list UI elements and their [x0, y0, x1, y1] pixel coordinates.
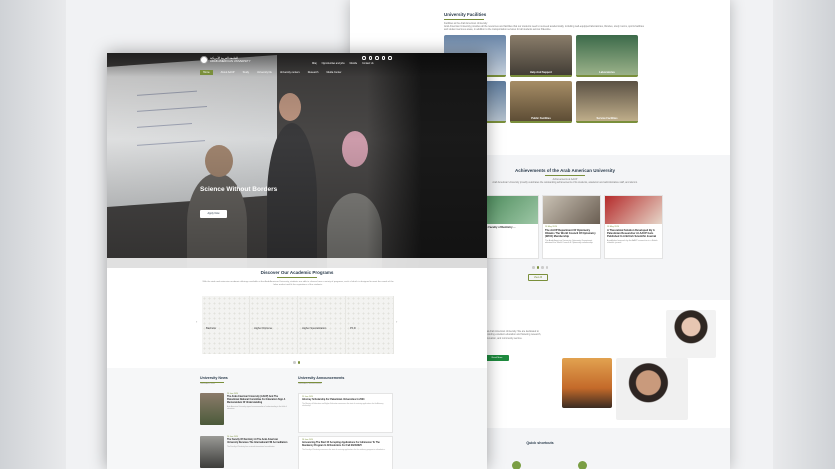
achievement-card[interactable]: 18 May 2024 The AAUP Department Of Optom…	[542, 195, 601, 259]
achievement-date: 18 May 2024	[607, 226, 620, 228]
main-nav: Home About AAUP Study University life Un…	[200, 70, 341, 75]
announcements-subtitle: Latest AAUP announcements	[298, 383, 322, 386]
announcement-date: 29 June 2024	[302, 396, 313, 398]
news-subtitle: Latest AAUP news	[200, 383, 215, 386]
nav-item-life[interactable]: University life	[257, 71, 272, 74]
linkedin-icon[interactable]	[388, 56, 392, 60]
util-link-moodle[interactable]: Moodle	[350, 63, 358, 65]
news-column: University News Latest AAUP news 29 June…	[200, 376, 296, 468]
announcements-title: University Announcements	[298, 376, 345, 380]
announcement-item[interactable]: 29 June 2024 Attorney Scholarship For Pa…	[298, 393, 393, 433]
chevron-left-icon[interactable]: ‹	[196, 319, 197, 324]
program-card-higher-diploma[interactable]: Higher Diploma	[250, 296, 298, 354]
announcement-headline: Announcing The Start Of Accepting Applic…	[302, 442, 380, 447]
hero-bottom-strip	[107, 258, 487, 268]
facebook-icon[interactable]	[362, 56, 366, 60]
shortcut-icon[interactable]	[512, 461, 521, 469]
nav-item-centers[interactable]: University centers	[280, 71, 300, 74]
announcement-headline: Attorney Scholarship For Palestinian Uni…	[302, 399, 365, 401]
facilities-title: University Facilities	[444, 12, 487, 17]
president-message: ...at Arab American University. We are d…	[485, 330, 541, 340]
news-item[interactable]: 26 June 2024 The Faculty Of Dentistry At…	[200, 436, 289, 468]
nav-item-research[interactable]: Research	[308, 71, 319, 74]
utility-links: Ritaj Opportunities and jobs Moodle Cont…	[312, 63, 374, 65]
nav-item-home[interactable]: Home	[200, 70, 213, 75]
program-label: Bachelor	[206, 327, 217, 330]
instagram-icon[interactable]	[375, 56, 379, 60]
facilities-underline	[444, 18, 484, 20]
gallery-image	[616, 358, 688, 420]
quick-shortcuts-title: Quick shortcuts	[526, 441, 554, 445]
president-photo	[666, 310, 716, 358]
achievements-underline	[545, 174, 585, 176]
nav-item-about[interactable]: About AAUP	[221, 71, 235, 74]
news-date: 29 June 2024	[227, 393, 238, 395]
news-headline: The Faculty Of Dentistry At The Arab Ame…	[227, 439, 288, 444]
program-label: Higher Specialization	[302, 327, 327, 330]
util-link-contact[interactable]: Contact Us	[362, 63, 373, 65]
achievements-title: Achievements of the Arab American Univer…	[515, 168, 615, 173]
nav-item-study[interactable]: Study	[243, 71, 249, 74]
achievement-title: A Theoretical Solution Developed By A Pa…	[607, 229, 657, 239]
achievement-title: The AAUP Department Of Optometry Obtains…	[545, 229, 596, 239]
achievement-title: The Faculty of Dentistry ...	[483, 226, 516, 229]
facility-card[interactable]: Service Facilities	[576, 80, 638, 123]
announcements-column: University Announcements Latest AAUP ann…	[298, 376, 394, 469]
twitter-icon[interactable]	[368, 56, 372, 60]
left-background-bar	[0, 0, 66, 469]
read-more-button[interactable]: Read More	[485, 355, 509, 361]
news-thumbnail	[200, 393, 224, 425]
view-all-button[interactable]: View All	[528, 274, 548, 281]
shortcut-icon[interactable]	[578, 461, 587, 469]
program-card-bachelor[interactable]: Bachelor	[202, 296, 250, 354]
youtube-icon[interactable]	[381, 56, 385, 60]
program-label: Ph.D	[350, 327, 356, 330]
program-card-phd[interactable]: Ph.D	[346, 296, 394, 354]
nav-item-media[interactable]: Media Center	[326, 71, 341, 74]
programs-pagination[interactable]	[293, 361, 300, 364]
apply-now-button[interactable]: Apply Now	[200, 210, 227, 218]
announcement-date: 28 June 2024	[302, 439, 313, 441]
facility-card[interactable]: Public Facilities	[510, 80, 572, 123]
news-announcements-section: University News Latest AAUP news 29 June…	[200, 376, 400, 469]
achievement-card[interactable]: The Faculty of Dentistry ...	[480, 195, 539, 259]
programs-underline	[277, 277, 317, 278]
hero-title: Science Without Borders	[200, 186, 278, 193]
achievements-pagination[interactable]	[532, 266, 548, 269]
facility-card[interactable]: Help And Support	[510, 34, 572, 77]
news-headline: The Arab American University (AAUP) And …	[227, 396, 286, 404]
programs-description: With the wide and extensive academic off…	[202, 281, 394, 287]
program-card-higher-specialization[interactable]: Higher Specialization	[298, 296, 346, 354]
news-desc: Arab American University signed a memora…	[227, 406, 287, 411]
social-links	[362, 56, 392, 60]
programs-title: Discover Our Academic Programs	[260, 270, 334, 275]
achievement-date: 18 May 2024	[545, 226, 558, 228]
program-label: Higher Diploma	[254, 327, 272, 330]
news-thumbnail	[200, 436, 224, 468]
announcement-desc: The Faculty of Dentistry announces the s…	[302, 449, 386, 451]
achievements-description: Arab American University proudly celebra…	[492, 180, 638, 184]
announcement-item[interactable]: 28 June 2024 Announcing The Start Of Acc…	[298, 436, 393, 469]
news-date: 26 June 2024	[227, 436, 238, 438]
facilities-description: Arab American University provides all th…	[444, 24, 644, 32]
achievement-desc: The Arab American University Optometry D…	[545, 239, 594, 245]
programs-section: Discover Our Academic Programs With the …	[107, 268, 487, 368]
logo-icon	[200, 56, 208, 64]
front-page-screenshot: الجامعة العربية الأمريكية ARAB AMERICAN …	[107, 53, 487, 469]
news-desc: The Faculty of Dentistry has received in…	[227, 446, 276, 448]
university-logo[interactable]: الجامعة العربية الأمريكية ARAB AMERICAN …	[200, 56, 251, 64]
chevron-right-icon[interactable]: ›	[396, 319, 397, 324]
util-link-ritaj[interactable]: Ritaj	[312, 63, 317, 65]
gallery-image	[562, 358, 612, 408]
news-item[interactable]: 29 June 2024 The Arab American Universit…	[200, 393, 289, 425]
news-title: University News	[200, 376, 228, 380]
logo-text-english: ARAB AMERICAN UNIVERSITY	[210, 59, 251, 63]
right-background-bar	[773, 0, 835, 469]
achievement-card[interactable]: 18 May 2024 A Theoretical Solution Devel…	[604, 195, 663, 259]
announcement-desc: The Ministry of Education and Higher Edu…	[302, 403, 384, 408]
hero-banner: الجامعة العربية الأمريكية ARAB AMERICAN …	[107, 53, 487, 268]
util-link-jobs[interactable]: Opportunities and jobs	[322, 63, 345, 65]
facility-card[interactable]: Laboratories	[576, 34, 638, 77]
achievement-desc: A published research by the AAUP researc…	[607, 239, 658, 245]
